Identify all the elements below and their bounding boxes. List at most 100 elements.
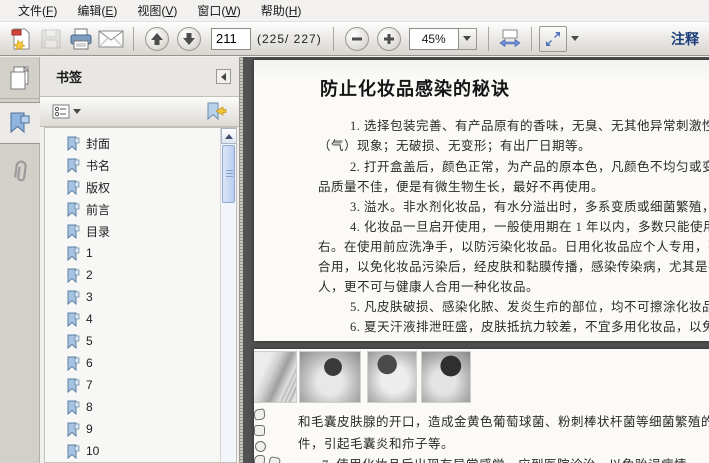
body-line: 3. 溢水。非水剂化妆品，有水分溢出时，多系变质或细菌繁殖，不能再用。 <box>350 200 709 214</box>
bookmark-icon <box>67 268 80 283</box>
portrait-photo <box>299 351 361 403</box>
zoom-level-value[interactable]: 45% <box>408 27 459 50</box>
bookmark-icon <box>67 136 80 151</box>
menu-help[interactable]: 帮助(H) <box>251 0 312 22</box>
bookmark-item-4[interactable]: 4 <box>45 308 236 330</box>
bookmark-item-2[interactable]: 2 <box>45 264 236 286</box>
document-view: 防止化妆品感染的秘诀 1. 选择包装完善、有产品原有的香味，无臭、无其他异常刺激… <box>243 57 709 463</box>
zoom-level-combo: 45% <box>408 27 477 50</box>
bookmark-icon <box>67 356 80 371</box>
thumb-grip <box>226 170 233 171</box>
bookmark-icon <box>10 112 30 134</box>
bookmark-arrow-icon <box>207 102 227 121</box>
bookmark-item-toc[interactable]: 目录 <box>45 220 236 242</box>
scroll-up-button[interactable] <box>221 128 236 144</box>
body-line: 4. 化妆品一旦启开使用，一般使用期在 1 年以内，多数只能使用 3 个月左 <box>350 220 709 234</box>
bookmark-item-8[interactable]: 8 <box>45 396 236 418</box>
bookmark-item-preface[interactable]: 前言 <box>45 198 236 220</box>
zoom-dropdown-button[interactable] <box>458 27 477 50</box>
print-button[interactable] <box>66 25 96 53</box>
bookmark-icon <box>67 246 80 261</box>
bookmark-item-10[interactable]: 10 <box>45 440 236 462</box>
fit-width-icon <box>499 29 521 47</box>
bookmark-options-button[interactable] <box>48 101 85 122</box>
locate-current-bookmark-button[interactable] <box>201 99 231 124</box>
attachments-panel-tab[interactable] <box>0 150 40 192</box>
margin-ornament-icon <box>254 425 265 436</box>
bookmark-icon <box>67 444 80 459</box>
portrait-photo <box>421 351 471 403</box>
expand-arrows-icon <box>545 31 560 46</box>
bookmark-icon <box>67 378 80 393</box>
body-line: 品质量不佳，便是有微生物生长，最好不再使用。 <box>318 180 605 194</box>
bookmark-item-cover[interactable]: 封面 <box>45 132 236 154</box>
bookmark-list: 封面 书名 版权 前言 目录 1 2 3 4 5 6 7 8 9 10 <box>44 127 237 463</box>
body-line: 右。在使用前应洗净手，以防污染化妆品。日用化妆品应个人专用，不宜一家人 <box>318 240 709 254</box>
comments-button[interactable]: 注释 <box>671 29 703 49</box>
toolbar-separator <box>487 26 489 51</box>
bookmarks-sidebar: 书签 封面 书名 版权 前言 目录 1 2 3 4 5 6 7 8 9 10 <box>40 57 240 463</box>
fullscreen-dropdown-button[interactable] <box>567 26 583 52</box>
page-number-input[interactable] <box>211 27 251 50</box>
portrait-photo <box>367 351 417 403</box>
next-page-button[interactable] <box>177 26 201 51</box>
body-line: 6. 夏天汗液排泄旺盛，皮肤抵抗力较差，不宜多用化妆品，以免堵塞汗腺口 <box>350 320 709 334</box>
menu-window[interactable]: 窗口(W) <box>187 0 250 22</box>
sidebar-header: 书签 <box>40 57 239 97</box>
chevron-up-icon <box>225 133 233 139</box>
menu-edit[interactable]: 编辑(E) <box>67 0 127 22</box>
bookmark-icon <box>67 202 80 217</box>
document-page-1: 防止化妆品感染的秘诀 1. 选择包装完善、有产品原有的香味，无臭、无其他异常刺激… <box>254 60 709 341</box>
previous-page-button[interactable] <box>145 26 169 51</box>
body-line: 2. 打开盒盖后，颜色正常，为产品的原本色，凡颜色不均匀或变色者不是产 <box>350 160 709 174</box>
paperclip-icon <box>13 160 27 182</box>
menu-file[interactable]: 文件(F) <box>8 0 67 22</box>
open-document-button[interactable] <box>6 25 36 53</box>
pages-panel-tab[interactable] <box>0 57 40 99</box>
bookmark-item-copyright[interactable]: 版权 <box>45 176 236 198</box>
open-document-icon <box>11 28 30 51</box>
body-line: 件，引起毛囊炎和疖子等。 <box>298 437 455 451</box>
bookmark-item-3[interactable]: 3 <box>45 286 236 308</box>
page-count-label: (225/ 227) <box>257 31 322 46</box>
collapse-panel-button[interactable] <box>216 69 231 84</box>
bookmark-icon <box>67 334 80 349</box>
arrow-up-icon <box>151 32 163 45</box>
body-line: （气）现象；无破损、无变形；有出厂日期等。 <box>318 139 592 153</box>
body-line: 人，更不可与健康人合用一种化妆品。 <box>318 280 540 294</box>
bookmark-item-1[interactable]: 1 <box>45 242 236 264</box>
options-list-icon <box>52 104 70 119</box>
fullscreen-button[interactable] <box>538 25 567 52</box>
arrow-down-icon <box>183 32 195 45</box>
bookmark-item-6[interactable]: 6 <box>45 352 236 374</box>
menu-view[interactable]: 视图(V) <box>127 0 187 22</box>
margin-ornament-icon <box>268 456 281 463</box>
bookmark-item-title[interactable]: 书名 <box>45 154 236 176</box>
scrollbar-thumb[interactable] <box>222 145 235 203</box>
plus-icon <box>383 33 394 44</box>
bookmark-list-scrollbar[interactable] <box>220 128 236 462</box>
bookmark-icon <box>67 158 80 173</box>
zoom-in-button[interactable] <box>376 26 401 51</box>
chevron-down-icon <box>463 36 472 41</box>
body-line: 合用，以免化妆品污染后，经皮肤和黏膜传播，感染传染病，尤其是有皮肤病的 <box>318 260 709 274</box>
fit-width-button[interactable] <box>496 26 524 52</box>
bookmark-item-9[interactable]: 9 <box>45 418 236 440</box>
bookmarks-panel-tab[interactable] <box>0 102 40 144</box>
print-icon <box>70 28 92 49</box>
bookmark-item-7[interactable]: 7 <box>45 374 236 396</box>
email-button[interactable] <box>96 25 126 53</box>
margin-ornament-icon <box>255 441 266 452</box>
bookmark-icon <box>67 312 80 327</box>
chevron-down-icon <box>73 109 81 114</box>
zoom-out-button[interactable] <box>344 26 369 51</box>
bookmark-icon <box>67 290 80 305</box>
navigation-tab-strip <box>0 57 40 463</box>
pdf-reader-window: 文件(F) 编辑(E) 视图(V) 窗口(W) 帮助(H) 211 (225/ … <box>0 0 709 463</box>
chevron-left-icon <box>221 72 226 81</box>
save-button[interactable] <box>36 25 66 53</box>
body-line: 7. 使用化妆品后出现有异常感觉，应到医院诊治，以免贻误病情。 <box>322 454 700 463</box>
bookmark-item-5[interactable]: 5 <box>45 330 236 352</box>
portrait-photo <box>254 351 297 403</box>
margin-ornament-icon <box>254 455 265 463</box>
